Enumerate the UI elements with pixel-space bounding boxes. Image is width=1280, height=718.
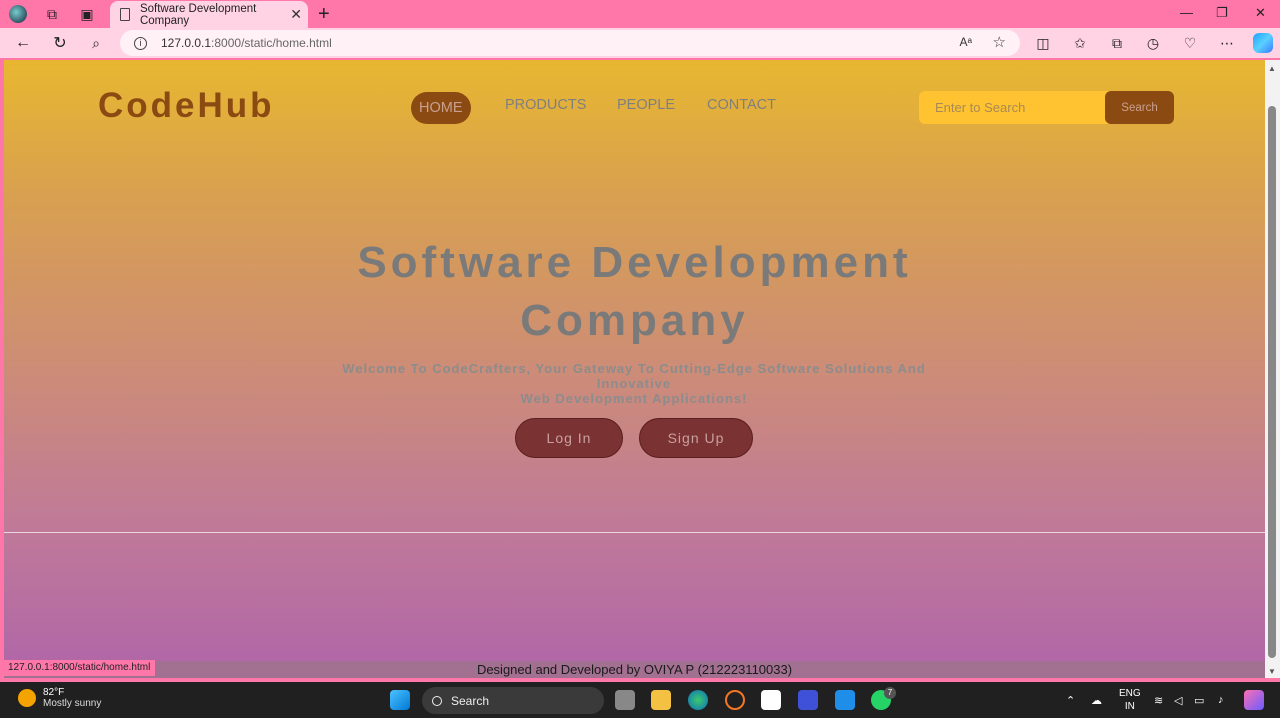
history-icon[interactable]: ◷ — [1142, 32, 1164, 54]
favorites-icon[interactable]: ✩ — [1069, 32, 1091, 54]
url-path: :8000/static/home.html — [211, 36, 332, 50]
login-button[interactable]: Log In — [515, 418, 623, 458]
vscode-icon[interactable] — [835, 690, 855, 710]
search-input[interactable] — [919, 91, 1105, 124]
onedrive-icon[interactable]: ☁ — [1091, 694, 1102, 707]
page-scrollbar[interactable]: ▲ ▼ — [1265, 60, 1280, 678]
search-icon — [432, 695, 442, 706]
site-logo[interactable]: CodeHub — [98, 86, 275, 126]
copilot-icon[interactable] — [1253, 33, 1273, 53]
nav-people[interactable]: PEOPLE — [617, 97, 675, 113]
maximize-button[interactable]: ❐ — [1216, 5, 1228, 21]
page-icon — [120, 8, 130, 21]
weather-sun-icon — [18, 689, 36, 707]
more-menu-icon[interactable]: ⋯ — [1216, 32, 1238, 54]
browser-toolbar: ← ↻ ⌕ i 127.0.0.1:8000/static/home.html … — [0, 28, 1280, 58]
hero-subtitle-line1: Welcome To CodeCrafters, Your Gateway To… — [342, 361, 926, 391]
region-code: IN — [1124, 701, 1135, 712]
site-info-icon[interactable]: i — [134, 36, 147, 50]
volume-icon[interactable]: ◁ — [1174, 694, 1182, 707]
back-icon[interactable]: ← — [12, 32, 34, 54]
url-host: 127.0.0.1 — [161, 36, 212, 50]
signup-button[interactable]: Sign Up — [639, 418, 753, 458]
close-window-button[interactable]: ✕ — [1255, 5, 1266, 21]
tab-close-icon[interactable]: ✕ — [290, 6, 302, 23]
task-view-icon[interactable] — [615, 690, 635, 710]
split-screen-icon[interactable]: ◫ — [1032, 32, 1054, 54]
hero-subtitle: Welcome To CodeCrafters, Your Gateway To… — [314, 361, 954, 406]
hero-subtitle-line2: Web Development Applications! — [520, 391, 748, 406]
taskbar: 82°F Mostly sunny Search 7 ⌃ ☁ ENG IN ≋ … — [0, 682, 1280, 718]
weather-condition: Mostly sunny — [43, 698, 102, 709]
new-tab-button[interactable]: + — [318, 3, 330, 26]
favorite-star-icon[interactable]: ☆ — [993, 33, 1006, 51]
tab-title: Software Development Company — [139, 2, 257, 27]
browser-tab-strip: ⧉ ▣ Software Development Company ✕ + — ❐… — [0, 0, 1280, 28]
edge-browser-icon[interactable] — [688, 690, 708, 710]
footer: Designed and Developed by OVIYA P (21222… — [4, 661, 1265, 678]
wifi-icon[interactable]: ≋ — [1154, 694, 1163, 707]
app-icon[interactable] — [798, 690, 818, 710]
workspaces-icon[interactable]: ⧉ — [42, 4, 62, 24]
site-search: Search — [919, 91, 1174, 124]
notification-bell-icon[interactable]: ♪ — [1218, 694, 1224, 706]
weather-widget[interactable]: 82°F Mostly sunny — [18, 687, 101, 709]
minimize-button[interactable]: — — [1180, 5, 1193, 20]
battery-icon[interactable]: ▭ — [1194, 694, 1204, 707]
search-icon[interactable]: ⌕ — [85, 32, 107, 54]
collections-icon[interactable]: ⧉ — [1106, 32, 1128, 54]
refresh-icon[interactable]: ↻ — [49, 32, 71, 54]
language-indicator[interactable]: ENG IN — [1119, 687, 1141, 713]
divider — [4, 532, 1265, 533]
taskbar-search-label: Search — [451, 693, 490, 708]
browser-tab[interactable]: Software Development Company ✕ — [110, 1, 308, 28]
search-button[interactable]: Search — [1105, 91, 1174, 124]
hero-title-line2: Company — [520, 296, 749, 345]
scroll-thumb[interactable] — [1268, 106, 1276, 658]
copilot-taskbar-icon[interactable] — [1244, 690, 1264, 710]
vertical-tabs-icon[interactable]: ▣ — [77, 4, 97, 24]
file-explorer-icon[interactable] — [651, 690, 671, 710]
hero-title: Software Development Company — [4, 234, 1265, 350]
nav-home[interactable]: HOME — [411, 92, 471, 124]
jupyter-icon[interactable] — [725, 690, 745, 710]
nav-contact[interactable]: CONTACT — [707, 97, 776, 113]
profile-avatar-icon[interactable] — [8, 4, 28, 24]
nav-products[interactable]: PRODUCTS — [505, 97, 586, 113]
start-windows-icon[interactable] — [390, 690, 410, 710]
browser-essentials-icon[interactable]: ♡ — [1179, 32, 1201, 54]
link-status-bar: 127.0.0.1:8000/static/home.html — [3, 660, 156, 676]
page-viewport: CodeHub HOME PRODUCTS PEOPLE CONTACT Sea… — [4, 60, 1265, 678]
scroll-down-icon[interactable]: ▼ — [1268, 667, 1276, 676]
taskbar-search[interactable]: Search — [422, 687, 604, 714]
whatsapp-badge: 7 — [884, 687, 896, 699]
address-bar[interactable]: i 127.0.0.1:8000/static/home.html Aᵃ ☆ — [120, 30, 1020, 56]
hero-title-line1: Software Development — [357, 238, 912, 287]
scroll-up-icon[interactable]: ▲ — [1268, 64, 1276, 73]
tray-chevron-icon[interactable]: ⌃ — [1066, 694, 1075, 707]
read-aloud-icon[interactable]: Aᵃ — [960, 35, 972, 49]
lang-code: ENG — [1119, 688, 1141, 699]
microsoft-store-icon[interactable] — [761, 690, 781, 710]
weather-temp: 82°F — [43, 687, 65, 698]
